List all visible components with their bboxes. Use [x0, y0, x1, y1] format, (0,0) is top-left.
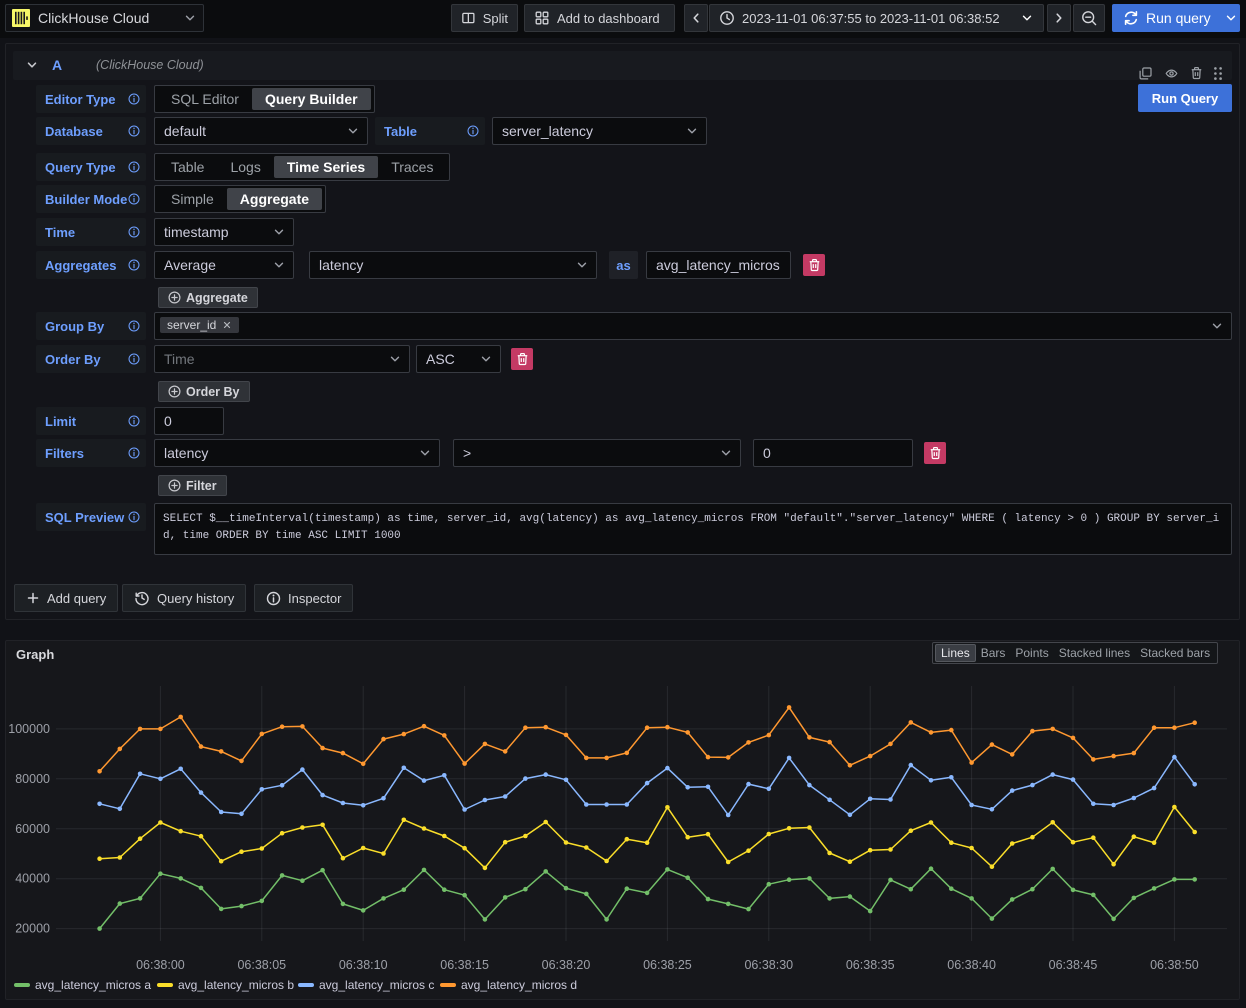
svg-text:06:38:25: 06:38:25: [643, 958, 692, 972]
svg-text:06:38:20: 06:38:20: [542, 958, 591, 972]
svg-text:06:38:10: 06:38:10: [339, 958, 388, 972]
svg-text:06:38:50: 06:38:50: [1150, 958, 1199, 972]
svg-text:06:38:40: 06:38:40: [947, 958, 996, 972]
svg-text:06:38:35: 06:38:35: [846, 958, 895, 972]
svg-text:06:38:00: 06:38:00: [136, 958, 185, 972]
svg-text:06:38:45: 06:38:45: [1049, 958, 1098, 972]
svg-text:40000: 40000: [15, 872, 50, 886]
svg-text:06:38:30: 06:38:30: [744, 958, 793, 972]
svg-text:06:38:05: 06:38:05: [237, 958, 286, 972]
svg-text:20000: 20000: [15, 922, 50, 936]
svg-text:80000: 80000: [15, 772, 50, 786]
svg-text:100000: 100000: [8, 722, 50, 736]
svg-text:06:38:15: 06:38:15: [440, 958, 489, 972]
svg-text:60000: 60000: [15, 822, 50, 836]
